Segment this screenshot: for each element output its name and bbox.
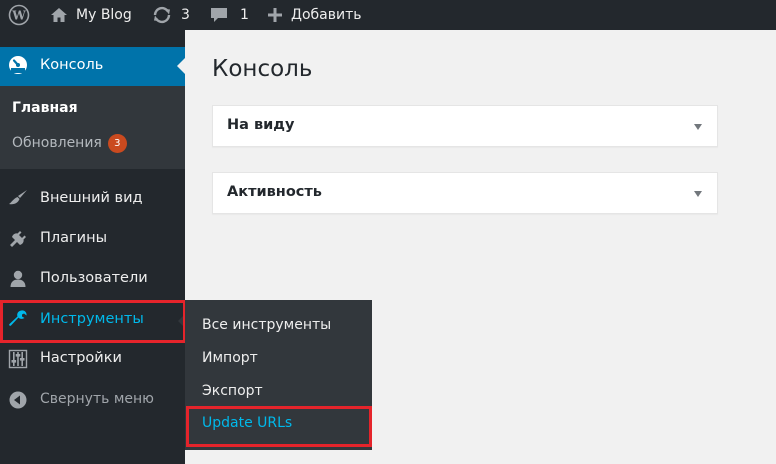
sidebar-item-label: Свернуть меню: [40, 391, 154, 407]
add-new-link[interactable]: Добавить: [267, 0, 361, 30]
plus-icon: [267, 7, 283, 23]
sidebar-item-appearance[interactable]: Внешний вид: [0, 181, 185, 217]
widget-activity[interactable]: Активность: [212, 172, 718, 214]
updates-icon: [152, 6, 172, 24]
wordpress-logo-icon[interactable]: W: [8, 0, 30, 30]
sidebar-item-plugins[interactable]: Плагины: [0, 221, 185, 257]
updates-badge: 3: [107, 134, 127, 153]
collapse-menu-button[interactable]: Свернуть меню: [0, 382, 185, 418]
home-icon: [50, 7, 68, 23]
svg-text:W: W: [11, 9, 26, 23]
sidebar-item-label: Пользователи: [40, 270, 148, 286]
updates-link[interactable]: 3: [152, 0, 190, 30]
sidebar-item-users[interactable]: Пользователи: [0, 261, 185, 297]
submenu-item-label: Обновления: [12, 135, 102, 151]
page-title: Консоль: [212, 56, 313, 82]
users-icon: [8, 269, 28, 289]
sidebar-item-label: Консоль: [40, 57, 104, 73]
widget-at-a-glance[interactable]: На виду: [212, 105, 718, 147]
updates-count: 3: [181, 7, 190, 23]
site-name-link[interactable]: My Blog: [50, 0, 132, 30]
widget-title: На виду: [227, 117, 295, 133]
comments-count: 1: [240, 7, 249, 23]
settings-icon: [8, 349, 28, 369]
sidebar-item-label: Плагины: [40, 230, 108, 246]
submenu-item-label: Главная: [12, 100, 78, 116]
plugins-icon: [8, 229, 28, 249]
site-name: My Blog: [76, 7, 132, 23]
console-submenu: Главная Обновления 3: [0, 86, 185, 169]
admin-bar: W My Blog 3 1 Добавить: [0, 0, 776, 30]
admin-sidebar: Консоль Главная Обновления 3 Внешний вид …: [0, 30, 185, 464]
tools-highlight-box: [0, 300, 186, 343]
sidebar-item-settings[interactable]: Настройки: [0, 341, 185, 377]
comments-link[interactable]: 1: [210, 0, 249, 30]
chevron-down-icon[interactable]: [694, 124, 702, 130]
appearance-brush-icon: [8, 189, 28, 209]
update-urls-highlight-box: [186, 406, 372, 447]
submenu-item-home[interactable]: Главная: [12, 100, 78, 116]
flyout-item-export[interactable]: Экспорт: [202, 383, 263, 399]
widget-title: Активность: [227, 184, 322, 200]
submenu-item-updates[interactable]: Обновления 3: [12, 134, 127, 153]
sidebar-item-console[interactable]: Консоль: [0, 47, 185, 86]
flyout-item-all-tools[interactable]: Все инструменты: [202, 317, 331, 333]
dashboard-icon: [8, 55, 28, 75]
collapse-arrow-icon: [8, 390, 28, 410]
chevron-down-icon[interactable]: [694, 191, 702, 197]
sidebar-item-label: Настройки: [40, 350, 122, 366]
flyout-item-import[interactable]: Импорт: [202, 350, 258, 366]
comments-icon: [210, 7, 228, 24]
sidebar-item-label: Внешний вид: [40, 190, 143, 206]
add-new-label: Добавить: [291, 7, 362, 23]
